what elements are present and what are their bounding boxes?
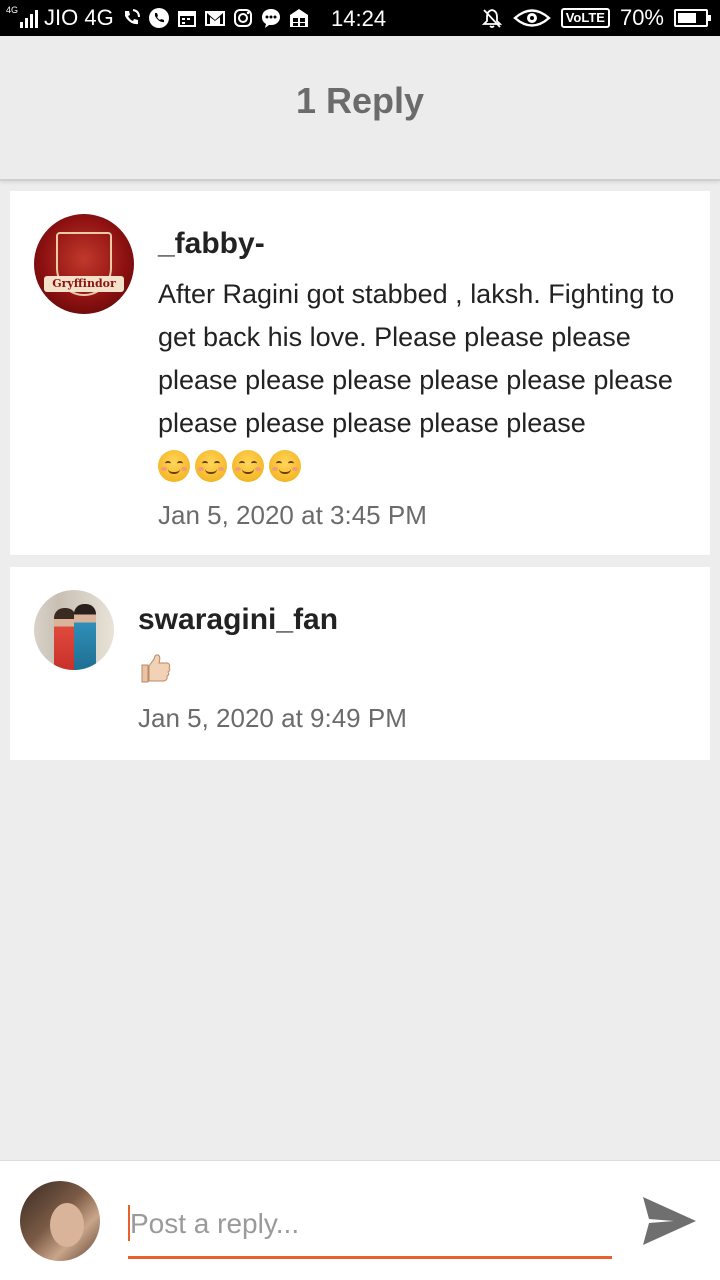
status-left: 4G JIO 4G [6,0,310,36]
comment-timestamp: Jan 5, 2020 at 9:49 PM [138,703,407,733]
message-icon [260,7,282,29]
smiling-face-icon [232,450,264,482]
comment-text: After Ragini got stabbed , laksh. Fighti… [158,279,675,438]
smiling-face-icon [269,450,301,482]
smiling-face-icon [195,450,227,482]
whatsapp-icon [148,7,170,29]
instagram-icon [232,7,254,29]
eye-icon [512,7,551,29]
reply-input[interactable] [128,1197,612,1259]
status-right: VoLTE 70% [481,0,711,36]
wifi-call-icon [120,7,142,29]
current-user-avatar [20,1181,100,1261]
avatar-banner-text: Gryffindor [44,276,124,292]
reply-bar [0,1160,720,1280]
battery-percent: 70% [619,5,664,30]
calendar-icon [176,7,198,29]
volte-badge: VoLTE [560,8,610,28]
comment-timestamp: Jan 5, 2020 at 3:45 PM [158,500,427,530]
comment-card: Gryffindor _fabby- After Ragini got stab… [10,191,710,555]
battery-fill [678,13,696,23]
replies-header: 1 Reply [0,36,720,181]
store-icon [288,7,310,29]
gmail-icon [204,7,226,29]
carrier-label: JIO 4G [44,5,114,30]
thumbs-up-icon [141,654,171,683]
comment-card: swaragini_fan Jan 5, 2020 at 9:49 PM [10,567,710,760]
comment-username[interactable]: _fabby- [158,227,265,261]
avatar[interactable]: Gryffindor [34,214,134,314]
emoji-row [158,450,301,482]
send-icon [643,1197,696,1245]
battery-icon [674,9,711,27]
comment-username[interactable]: swaragini_fan [138,603,338,637]
signal-icon: 4G [6,5,38,28]
status-bar: 4G JIO 4G 14:24 VoLTE 70% [0,0,720,36]
network-type-label: 4G [6,5,19,15]
send-button[interactable] [640,1193,698,1249]
smiling-face-icon [158,450,190,482]
clock: 14:24 [331,6,387,31]
avatar[interactable] [34,590,114,670]
mute-icon [481,7,503,29]
page-title: 1 Reply [295,80,425,121]
text-cursor [128,1205,130,1241]
